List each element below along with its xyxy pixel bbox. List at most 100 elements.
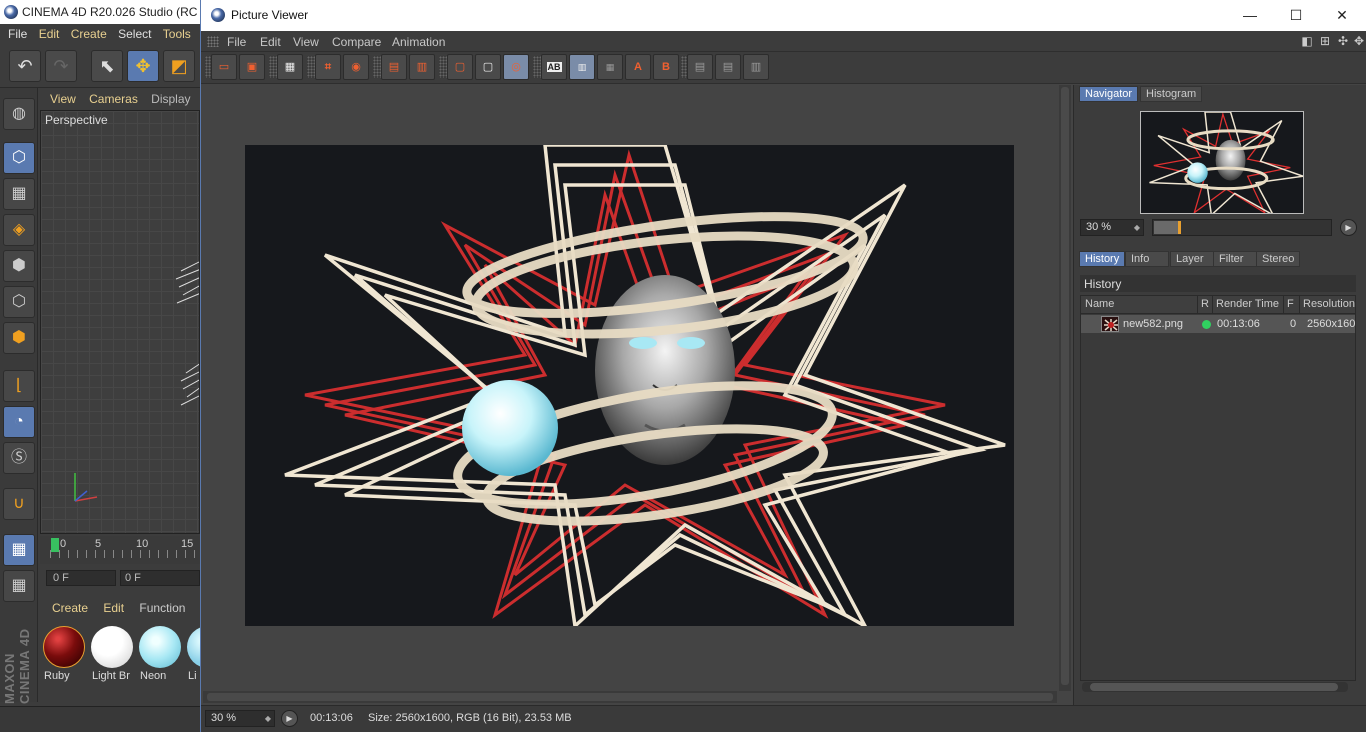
select-arrow-icon[interactable]: ⬉	[91, 50, 123, 82]
column-resolution[interactable]: Resolution	[1303, 298, 1355, 310]
material-menu-function[interactable]: Function	[127, 600, 185, 615]
points-mode-icon[interactable]: ⬢	[3, 250, 35, 282]
viewport-menu-cameras[interactable]: Cameras	[79, 90, 138, 106]
image-canvas[interactable]	[203, 85, 1057, 691]
table-row[interactable]: new582.png 00:13:06 0 2560x1600	[1081, 315, 1355, 333]
locked-workplane-icon[interactable]: ▦	[3, 534, 35, 566]
navigator-thumbnail[interactable]	[1140, 111, 1304, 214]
tab-stereo[interactable]: Stereo	[1256, 251, 1300, 267]
axis-mode-icon[interactable]: ⌊	[3, 370, 35, 402]
c4d-menu-file[interactable]: File	[0, 24, 27, 41]
ab-vertical-icon[interactable]: ▥	[743, 54, 769, 80]
b-label: B	[662, 61, 670, 73]
new-panel-icon[interactable]: ⊞	[1318, 34, 1332, 48]
tab-layer[interactable]: Layer	[1170, 251, 1214, 267]
material-ruby[interactable]: Ruby	[41, 624, 87, 686]
snap-icon[interactable]: Ⓢ	[3, 442, 35, 474]
zoom-slider-handle[interactable]	[1178, 221, 1181, 234]
render-icon[interactable]: ◉	[343, 54, 369, 80]
copy-frame-icon[interactable]: ▤	[381, 54, 407, 80]
move-panel-icon[interactable]: ✣	[1336, 34, 1350, 48]
start-frame-field[interactable]: 0 F	[46, 570, 116, 586]
redo-icon[interactable]: ↷	[45, 50, 77, 82]
open-file-icon[interactable]: ▭	[211, 54, 237, 80]
menu-file[interactable]: File	[227, 35, 246, 49]
move-tool-icon[interactable]: ✥	[127, 50, 159, 82]
c4d-status-bar	[0, 706, 200, 732]
tab-histogram[interactable]: Histogram	[1140, 86, 1203, 102]
vertical-scrollbar[interactable]	[1059, 85, 1071, 691]
menu-animation[interactable]: Animation	[392, 35, 445, 49]
ab-horizontal-icon[interactable]: ▤	[715, 54, 741, 80]
menu-compare[interactable]: Compare	[332, 35, 381, 49]
play-icon[interactable]: ▶	[281, 710, 298, 727]
column-r[interactable]: R	[1201, 298, 1209, 310]
column-name[interactable]: Name	[1085, 298, 1114, 310]
set-a-icon[interactable]: ▢	[447, 54, 473, 80]
ab-compare-icon[interactable]: AB	[541, 54, 567, 80]
globe-mode-icon[interactable]: ◍	[3, 98, 35, 130]
c4d-title-text: CINEMA 4D R20.026 Studio (RC -	[22, 5, 200, 19]
c4d-menu-select[interactable]: Select	[110, 24, 151, 41]
material-light-br[interactable]: Light Br	[89, 624, 135, 686]
tweak-mode-icon[interactable]: ◔	[3, 406, 35, 438]
navigator-zoom-slider[interactable]	[1152, 219, 1332, 236]
material-li[interactable]: Li	[185, 624, 200, 686]
dock-icon[interactable]: ✥	[1352, 34, 1366, 48]
tab-history[interactable]: History	[1079, 251, 1126, 267]
stepper-icon[interactable]: ◆	[1134, 220, 1140, 235]
vertical-scroll-thumb[interactable]	[1061, 87, 1069, 685]
viewport-menu-display[interactable]: Display	[141, 90, 190, 106]
stepper-icon[interactable]: ◆	[265, 711, 271, 726]
texture-mode-icon[interactable]: ▦	[3, 178, 35, 210]
current-frame-field[interactable]: 0 F	[120, 570, 200, 586]
column-render-time[interactable]: Render Time	[1216, 298, 1279, 310]
c4d-menu-create[interactable]: Create	[63, 24, 107, 41]
compare-view-icon[interactable]: ◎	[503, 54, 529, 80]
menu-view[interactable]: View	[293, 35, 319, 49]
magnet-icon[interactable]: ∪	[3, 488, 35, 520]
ab-overlay-icon[interactable]: ▤	[687, 54, 713, 80]
swap-a-icon[interactable]: A	[625, 54, 651, 80]
workplane-grid-icon[interactable]: ▦	[3, 570, 35, 602]
tab-navigator[interactable]: Navigator	[1079, 86, 1139, 102]
navigator-zoom-field[interactable]: 30 % ◆	[1080, 219, 1144, 236]
close-button[interactable]: ✕	[1319, 0, 1365, 31]
ab-diff-icon[interactable]: ▦	[597, 54, 623, 80]
model-mode-icon[interactable]: ⬡	[3, 142, 35, 174]
maximize-button[interactable]: ☐	[1273, 0, 1319, 31]
timeline[interactable]: 0 5 10 15	[40, 536, 200, 564]
row-thumbnail-image	[1102, 317, 1118, 331]
polygons-mode-icon[interactable]: ⬢	[3, 322, 35, 354]
zoom-field[interactable]: 30 % ◆	[205, 710, 275, 727]
c4d-menu-tools[interactable]: Tools	[155, 24, 191, 41]
history-scroll-thumb[interactable]	[1090, 683, 1338, 691]
workplane-icon[interactable]: ◈	[3, 214, 35, 246]
history-horizontal-scrollbar[interactable]	[1082, 682, 1348, 692]
horizontal-scroll-thumb[interactable]	[207, 693, 1053, 701]
layout-icon[interactable]: ◧	[1300, 34, 1314, 48]
set-b-icon[interactable]: ▢	[475, 54, 501, 80]
menu-edit[interactable]: Edit	[260, 35, 281, 49]
perspective-viewport[interactable]: Perspective	[40, 110, 200, 534]
navigator-play-icon[interactable]: ▶	[1340, 219, 1357, 236]
edges-mode-icon[interactable]: ⬡	[3, 286, 35, 318]
undo-icon[interactable]: ↶	[9, 50, 41, 82]
crop-region-icon[interactable]: ⌗	[315, 54, 341, 80]
ab-split-icon[interactable]: ▥	[569, 54, 595, 80]
paste-frame-icon[interactable]: ▥	[409, 54, 435, 80]
c4d-menu-edit[interactable]: Edit	[31, 24, 60, 41]
tab-filter[interactable]: Filter	[1213, 251, 1257, 267]
swap-b-icon[interactable]: B	[653, 54, 679, 80]
region-grid-icon[interactable]: ▦	[277, 54, 303, 80]
save-file-icon[interactable]: ▣	[239, 54, 265, 80]
horizontal-scrollbar[interactable]	[203, 691, 1057, 703]
tab-info[interactable]: Info	[1125, 251, 1169, 267]
column-frame[interactable]: F	[1287, 298, 1294, 310]
material-menu-edit[interactable]: Edit	[91, 600, 124, 615]
material-neon[interactable]: Neon	[137, 624, 183, 686]
minimize-button[interactable]: —	[1227, 0, 1273, 31]
scale-tool-icon[interactable]: ◩	[163, 50, 195, 82]
material-menu-create[interactable]: Create	[40, 600, 88, 615]
viewport-menu-view[interactable]: View	[40, 90, 76, 106]
